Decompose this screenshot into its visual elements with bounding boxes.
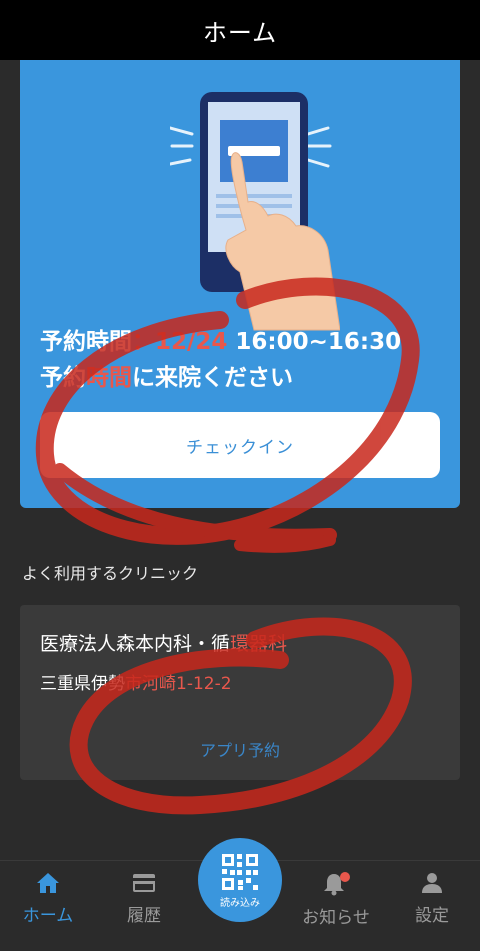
- reservation-time-label: 予約時間: [40, 329, 132, 355]
- bell-icon: [324, 872, 350, 896]
- app-reserve-button[interactable]: アプリ予約: [20, 737, 460, 761]
- app-header: ホーム: [0, 0, 480, 60]
- tab-notifications-label: お知らせ: [302, 908, 370, 928]
- qr-code-icon: [222, 853, 258, 890]
- visit-instruction-part3: に来院ください: [132, 365, 293, 391]
- visit-instruction-part2: 時間: [86, 365, 132, 391]
- tab-settings[interactable]: 設定: [384, 861, 480, 951]
- reservation-date-start: 12/24: [155, 329, 228, 355]
- scan-button[interactable]: 読み込み: [198, 838, 282, 922]
- page-title: ホーム: [202, 18, 278, 47]
- tab-settings-label: 設定: [415, 906, 449, 926]
- checkin-label: チェックイン: [186, 437, 294, 458]
- frequent-clinics-heading: よく利用するクリニック: [22, 564, 199, 583]
- tab-home-label: ホーム: [22, 906, 74, 926]
- reservation-card: 予約時間：12/24 16:00~16:30 予約時間に来院ください チェックイ…: [20, 60, 460, 508]
- tab-home[interactable]: ホーム: [0, 861, 96, 951]
- notification-badge: [340, 872, 350, 882]
- clinic-address: 三重県伊勢市河崎1-12-2: [40, 669, 232, 694]
- tab-notifications[interactable]: お知らせ: [288, 861, 384, 951]
- scan-label: 読み込み: [220, 897, 260, 909]
- person-icon: [422, 873, 442, 893]
- checkin-button[interactable]: チェックイン: [40, 412, 440, 478]
- reservation-time: 予約時間：12/24 16:00~16:30: [40, 322, 401, 356]
- visit-instruction-part1: 予約: [40, 365, 86, 391]
- visit-instruction: 予約時間に来院ください: [40, 358, 293, 392]
- clinic-address-part1: 三重県伊勢: [40, 674, 125, 694]
- phone-tap-illustration: [170, 92, 340, 331]
- card-icon: [133, 874, 155, 892]
- tab-history-label: 履歴: [127, 906, 161, 926]
- home-icon: [37, 873, 59, 893]
- reservation-separator: ：: [132, 329, 155, 355]
- clinic-card[interactable]: 医療法人森本内科・循環器科 三重県伊勢市河崎1-12-2 アプリ予約: [20, 605, 460, 780]
- tab-history[interactable]: 履歴: [96, 861, 192, 951]
- reservation-time-range: 16:00~16:30: [227, 329, 402, 355]
- clinic-address-part2: 市河崎1-12-2: [125, 674, 232, 694]
- clinic-name-part2: 環器科: [230, 633, 288, 655]
- clinic-name: 医療法人森本内科・循環器科: [40, 629, 287, 656]
- clinic-name-part1: 医療法人森本内科・循: [40, 633, 231, 655]
